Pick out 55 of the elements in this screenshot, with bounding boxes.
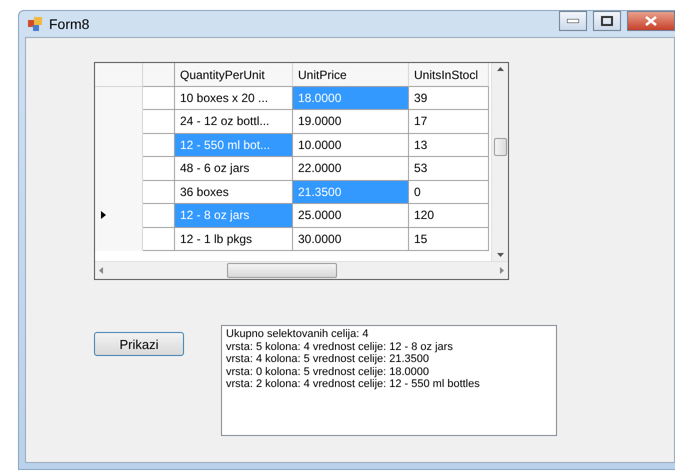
output-line: vrsta: 2 kolona: 4 vrednost celije: 12 - 550 ml bottles [226, 378, 481, 390]
scroll-up-icon [496, 67, 504, 71]
scroll-left-icon [99, 267, 103, 274]
close-button[interactable] [627, 11, 675, 31]
table-cell[interactable]: 22.0000 [293, 157, 409, 180]
table-cell[interactable]: 48 - 6 oz jars [175, 157, 293, 180]
output-line: vrsta: 0 kolona: 5 vrednost celije: 18.0000 [226, 366, 430, 378]
table-cell[interactable] [143, 86, 175, 110]
table-cell[interactable]: 24 - 12 oz bottl... [175, 110, 293, 134]
table-cell[interactable]: 10 boxes x 20 ... [175, 86, 293, 110]
row-header [95, 63, 143, 86]
data-grid[interactable] [94, 62, 509, 280]
column-header[interactable]: QuantityPerUnit [175, 63, 293, 86]
table-cell[interactable]: 36 boxes [175, 180, 293, 204]
scroll-thumb[interactable] [226, 263, 336, 278]
vertical-scrollbar[interactable] [491, 63, 508, 261]
table-cell[interactable]: 12 - 1 lb pkgs [175, 228, 293, 251]
maximize-icon [601, 16, 613, 26]
show-button[interactable]: Prikazi [94, 332, 184, 356]
table-cell[interactable]: 0 [409, 180, 489, 204]
table-cell[interactable]: 17 [409, 110, 489, 134]
table-cell[interactable]: 53 [409, 157, 489, 180]
table-cell[interactable] [143, 180, 175, 204]
table-cell[interactable] [143, 134, 175, 157]
minimize-button[interactable] [559, 11, 587, 31]
table-cell[interactable]: 15 [409, 228, 489, 251]
table-cell[interactable] [143, 110, 175, 134]
table-cell[interactable] [143, 204, 175, 228]
minimize-icon [567, 19, 579, 23]
horizontal-scrollbar[interactable] [95, 261, 508, 279]
table-cell[interactable]: 13 [409, 134, 489, 157]
output-line: Ukupno selektovanih celija: 4 [226, 328, 370, 340]
table-cell[interactable]: 30.0000 [293, 228, 409, 251]
maximize-button[interactable] [593, 11, 621, 31]
column-header[interactable]: UnitsInStocl [409, 63, 489, 86]
table-cell[interactable]: 19.0000 [293, 110, 409, 134]
output-textbox[interactable] [221, 325, 557, 436]
scroll-right-icon [500, 267, 504, 274]
close-icon [645, 16, 657, 26]
table-cell[interactable] [143, 228, 175, 251]
column-header [143, 63, 175, 86]
table-cell[interactable]: 10.0000 [293, 134, 409, 157]
table-cell[interactable] [143, 157, 175, 180]
scroll-down-icon [496, 253, 504, 257]
table-cell[interactable]: 39 [409, 86, 489, 110]
scroll-thumb[interactable] [494, 138, 506, 156]
table-cell[interactable]: 120 [409, 204, 489, 228]
output-line: vrsta: 4 kolona: 5 vrednost celije: 21.3500 [226, 353, 430, 366]
row-header[interactable] [95, 86, 143, 110]
window-title: Form8 [49, 16, 90, 32]
form-icon [27, 16, 43, 32]
current-row-icon [101, 211, 106, 220]
table-cell[interactable]: 25.0000 [293, 204, 409, 228]
output-line: vrsta: 5 kolona: 4 vrednost celije: 12 - 8 oz jars [226, 340, 454, 353]
column-header[interactable]: UnitPrice [293, 63, 409, 86]
